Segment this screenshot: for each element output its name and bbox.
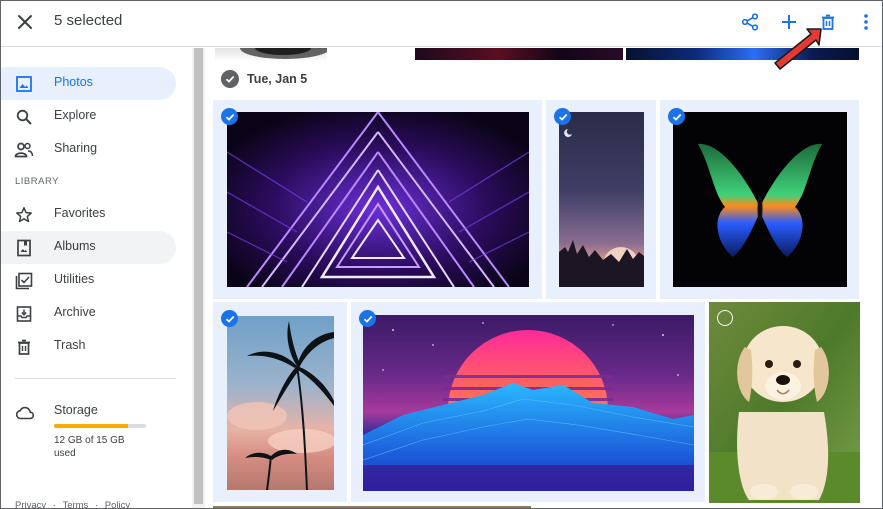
- share-icon: [741, 13, 759, 31]
- check-icon: [225, 113, 234, 121]
- selection-toolbar: 5 selected: [1, 1, 882, 47]
- google-photos-window: 5 selected Photos Explore Sharing LIBRAR…: [0, 0, 883, 509]
- sidebar-item-albums[interactable]: Albums: [1, 231, 176, 264]
- selected-checkmark[interactable]: [359, 310, 376, 327]
- photo-puppy[interactable]: [709, 302, 860, 503]
- terms-link[interactable]: Terms: [62, 500, 88, 508]
- photo-cell-selected[interactable]: [213, 100, 542, 299]
- add-to-button[interactable]: [777, 10, 801, 34]
- policy-link[interactable]: Policy: [105, 500, 130, 508]
- people-icon: [14, 140, 34, 160]
- sidebar-item-label: Explore: [54, 108, 97, 122]
- photos-icon: [14, 74, 34, 94]
- album-icon: [14, 238, 34, 258]
- selected-checkmark[interactable]: [554, 108, 571, 125]
- check-icon: [672, 113, 681, 121]
- sidebar-item-label: Photos: [54, 75, 93, 89]
- sidebar-item-label: Archive: [54, 305, 96, 319]
- photo-synthwave-sunset[interactable]: [363, 315, 694, 491]
- photo-grid: Tue, Jan 5: [205, 48, 882, 508]
- footer-separator: ·: [94, 500, 99, 509]
- photo-cell-selected[interactable]: [546, 100, 656, 299]
- sidebar-scrollbar-thumb[interactable]: [194, 48, 203, 504]
- sidebar-item-sharing[interactable]: Sharing: [1, 133, 176, 166]
- cloud-icon: [15, 403, 35, 423]
- date-group-label: Tue, Jan 5: [247, 72, 308, 86]
- selection-count: 5 selected: [54, 12, 123, 29]
- storage-label[interactable]: Storage: [54, 403, 98, 417]
- footer-links: Privacy · Terms · Policy: [15, 500, 134, 509]
- photo-thumbnail[interactable]: [626, 48, 859, 60]
- check-icon: [363, 315, 372, 323]
- photo-thumbnail[interactable]: [415, 48, 623, 60]
- unselected-checkbox[interactable]: [717, 310, 733, 326]
- sidebar-item-label: Sharing: [54, 141, 98, 155]
- photo-palm-trees[interactable]: [227, 316, 334, 490]
- check-icon: [558, 113, 567, 121]
- add-icon: [782, 15, 796, 29]
- sidebar-item-photos[interactable]: Photos: [1, 67, 176, 100]
- sidebar-item-label: Favorites: [54, 206, 106, 220]
- sidebar-item-archive[interactable]: Archive: [1, 297, 176, 330]
- storage-usage-bar: [54, 424, 146, 428]
- photo-night-sky[interactable]: [559, 112, 644, 287]
- storage-usage-fill: [54, 424, 128, 428]
- more-vert-icon: [864, 14, 868, 30]
- selected-checkmark[interactable]: [668, 108, 685, 125]
- share-button[interactable]: [738, 10, 762, 34]
- sidebar-divider: [15, 378, 176, 379]
- sidebar-item-favorites[interactable]: Favorites: [1, 198, 176, 231]
- delete-icon: [822, 14, 834, 30]
- photo-neon-triangle[interactable]: [227, 112, 529, 287]
- trash-icon: [14, 337, 34, 357]
- footer-separator: ·: [52, 500, 56, 509]
- sidebar-item-utilities[interactable]: Utilities: [1, 264, 176, 297]
- sidebar: Photos Explore Sharing LIBRARY Favorites: [1, 48, 192, 509]
- selected-checkmark[interactable]: [221, 310, 238, 327]
- library-heading: LIBRARY: [15, 176, 59, 187]
- photo-cell-selected[interactable]: [351, 302, 705, 502]
- photo-neon-butterfly[interactable]: [673, 112, 847, 287]
- check-icon: [225, 75, 235, 83]
- sidebar-item-label: Utilities: [54, 272, 95, 286]
- photo-cell-selected[interactable]: [213, 302, 347, 502]
- close-icon: [18, 15, 32, 29]
- storage-usage-text: 12 GB of 15 GB used: [54, 435, 125, 459]
- selected-checkmark[interactable]: [221, 108, 238, 125]
- sidebar-item-explore[interactable]: Explore: [1, 100, 176, 133]
- sidebar-item-trash[interactable]: Trash: [1, 330, 176, 363]
- check-icon: [225, 315, 234, 323]
- close-selection-button[interactable]: [13, 10, 37, 34]
- utilities-icon: [14, 271, 34, 291]
- photo-cell-selected[interactable]: [660, 100, 859, 299]
- privacy-link[interactable]: Privacy: [15, 500, 46, 508]
- search-icon: [14, 107, 34, 127]
- star-icon: [14, 205, 34, 225]
- delete-button[interactable]: [816, 10, 840, 34]
- photo-thumbnail[interactable]: [215, 48, 327, 62]
- more-options-button[interactable]: [856, 10, 876, 34]
- sidebar-item-label: Trash: [54, 338, 86, 352]
- sidebar-item-label: Albums: [54, 239, 96, 253]
- select-date-group-checkbox[interactable]: [221, 70, 239, 88]
- archive-icon: [14, 304, 34, 324]
